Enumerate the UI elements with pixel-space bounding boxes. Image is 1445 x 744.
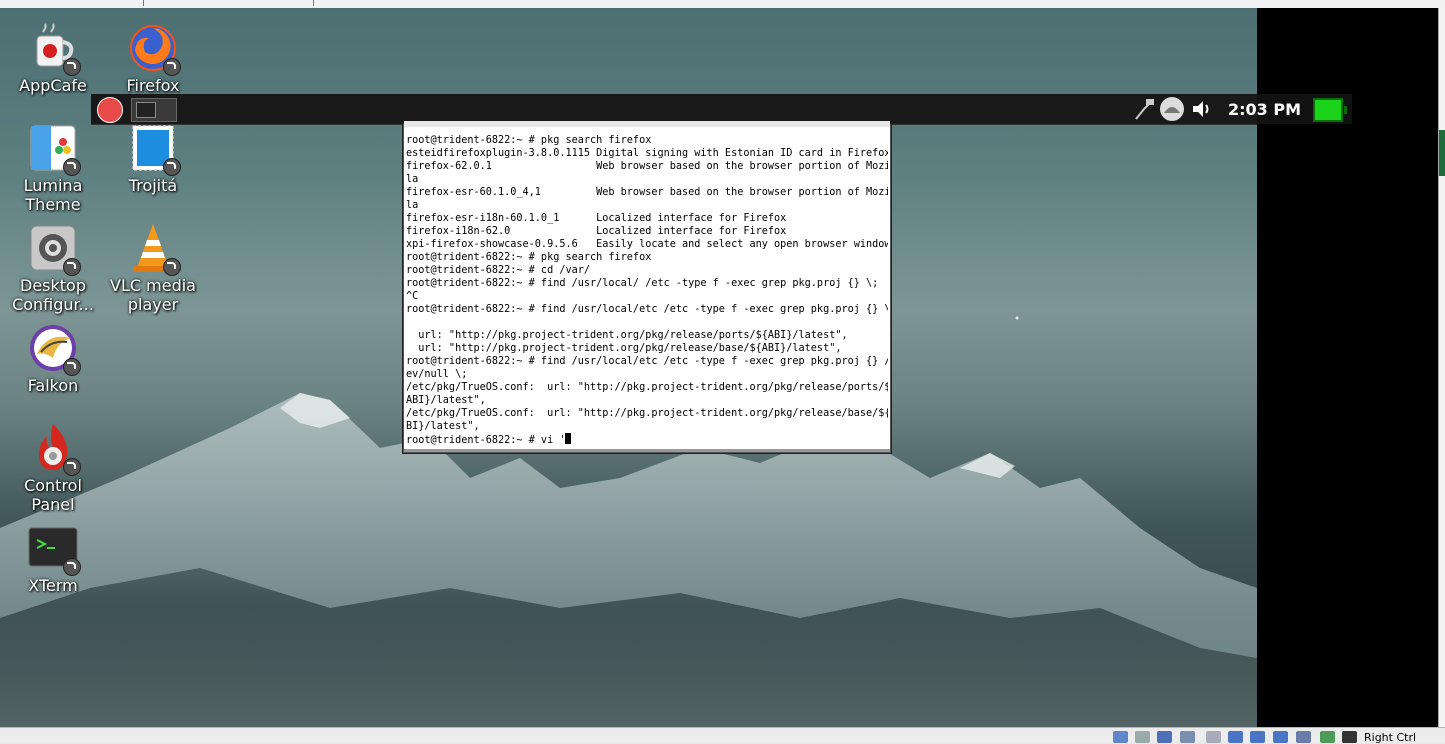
trojita-stamp-icon xyxy=(127,122,181,176)
terminal-line: xpi-firefox-showcase-0.9.5.6 Easily loca… xyxy=(406,239,888,250)
terminal-bottom-edge xyxy=(404,449,890,452)
terminal-line: firefox-esr-60.1.0_4,1 Web browser based… xyxy=(406,187,888,198)
host-tab-divider xyxy=(313,0,314,6)
desktop-icon-label: XTerm xyxy=(28,576,78,595)
lumina-theme-icon xyxy=(27,122,81,176)
terminal-line: ev/null \; xyxy=(406,369,468,380)
desktop-icon-vlc[interactable]: VLC media player xyxy=(108,222,198,314)
network-icon[interactable] xyxy=(1132,97,1156,121)
terminal-line: BI}/latest", xyxy=(406,421,480,432)
terminal-line: /etc/pkg/TrueOS.conf: url: "http://pkg.p… xyxy=(406,408,888,419)
terminal-icon xyxy=(27,522,81,576)
desktop-icon-control-panel[interactable]: Control Panel xyxy=(8,422,98,514)
desktop-icon-label: VLC media player xyxy=(110,276,196,314)
cpu-icon[interactable] xyxy=(1296,731,1311,743)
desktop-icon-label: Control Panel xyxy=(24,476,82,514)
terminal-line: root@trident-6822:~ # find /usr/local/et… xyxy=(406,304,888,315)
virtualization-icon[interactable] xyxy=(1320,731,1335,743)
terminal-prompt-line: root@trident-6822:~ # vi ' xyxy=(406,433,888,446)
control-panel-flame-icon xyxy=(27,422,81,476)
vlc-cone-icon xyxy=(127,222,181,276)
desktop-icon-trojita[interactable]: Trojitá xyxy=(108,122,198,195)
xterm-window[interactable]: root@trident-6822:~ # pkg search firefox… xyxy=(403,121,891,453)
terminal-line: firefox-i18n-62.0 Localized interface fo… xyxy=(406,226,787,237)
terminal-line: la xyxy=(406,174,419,185)
panel-clock[interactable]: 2:03 PM xyxy=(1228,100,1301,119)
shared-folders-icon[interactable] xyxy=(1228,731,1243,743)
terminal-line: /etc/pkg/TrueOS.conf: url: "http://pkg.p… xyxy=(406,382,888,393)
desktop-icon-xterm[interactable]: XTerm xyxy=(8,522,98,595)
terminal-line: esteidfirefoxplugin-3.8.0.1115 Digital s… xyxy=(406,148,888,159)
battery-icon[interactable] xyxy=(1313,98,1347,122)
optical-drive-icon[interactable] xyxy=(1135,731,1150,743)
terminal-line: root@trident-6822:~ # pkg search firefox xyxy=(406,252,652,263)
terminal-line: la xyxy=(406,200,419,211)
terminal-line: url: "http://pkg.project-trident.org/pkg… xyxy=(406,330,848,341)
xterm-titlebar[interactable] xyxy=(404,121,890,127)
terminal-line: ^C xyxy=(406,291,419,302)
usb-icon[interactable] xyxy=(1206,731,1221,743)
desktop-icon-falkon[interactable]: Falkon xyxy=(8,322,98,395)
terminal-output[interactable]: root@trident-6822:~ # pkg search firefox… xyxy=(406,134,888,449)
desktop-icon-desktop-config[interactable]: Desktop Configur... xyxy=(8,222,98,314)
firefox-icon xyxy=(127,22,181,76)
taskbar-xterm-button[interactable] xyxy=(131,98,177,122)
host-key-label: Right Ctrl xyxy=(1364,731,1417,744)
falkon-icon xyxy=(27,322,81,376)
desktop-icon-label: Lumina Theme xyxy=(23,176,83,214)
desktop-icon-lumina-theme[interactable]: Lumina Theme xyxy=(8,122,98,214)
terminal-prompt-text: root@trident-6822:~ # vi ' xyxy=(406,435,566,446)
disk-icon[interactable] xyxy=(1113,731,1128,743)
gear-icon xyxy=(27,222,81,276)
update-manager-icon[interactable] xyxy=(1160,97,1184,121)
terminal-line: root@trident-6822:~ # find /usr/local/et… xyxy=(406,356,888,367)
network-adapter-icon[interactable] xyxy=(1180,731,1195,743)
terminal-line: ABI}/latest", xyxy=(406,395,486,406)
start-menu-icon[interactable] xyxy=(97,97,123,123)
desktop-icon-label: Falkon xyxy=(27,376,79,395)
display-icon[interactable] xyxy=(1250,731,1265,743)
host-side-indicator xyxy=(1439,130,1445,176)
terminal-icon xyxy=(136,102,156,118)
host-window-right-edge xyxy=(1438,8,1445,727)
terminal-line: url: "http://pkg.project-trident.org/pkg… xyxy=(406,343,842,354)
volume-icon[interactable] xyxy=(1190,97,1214,121)
host-tab-divider xyxy=(143,0,144,6)
recording-icon[interactable] xyxy=(1273,731,1288,743)
desktop-icon-appcafe[interactable]: AppCafe xyxy=(8,22,98,95)
desktop-icon-label: AppCafe xyxy=(19,76,87,95)
terminal-line: root@trident-6822:~ # pkg search firefox xyxy=(406,135,652,146)
host-status-bar: Right Ctrl xyxy=(0,727,1445,744)
desktop-icon-label: Trojitá xyxy=(128,176,178,195)
terminal-line: root@trident-6822:~ # find /usr/local/ /… xyxy=(406,278,879,289)
terminal-line: firefox-esr-i18n-60.1.0_1 Localized inte… xyxy=(406,213,787,224)
terminal-line: root@trident-6822:~ # cd /var/ xyxy=(406,265,591,276)
terminal-cursor xyxy=(565,433,572,444)
terminal-line: firefox-62.0.1 Web browser based on the … xyxy=(406,161,888,172)
desktop-icon-label: Desktop Configur... xyxy=(12,276,94,314)
appcafe-icon xyxy=(27,22,81,76)
mouse-integration-icon[interactable] xyxy=(1342,731,1357,743)
audio-icon[interactable] xyxy=(1157,731,1172,743)
